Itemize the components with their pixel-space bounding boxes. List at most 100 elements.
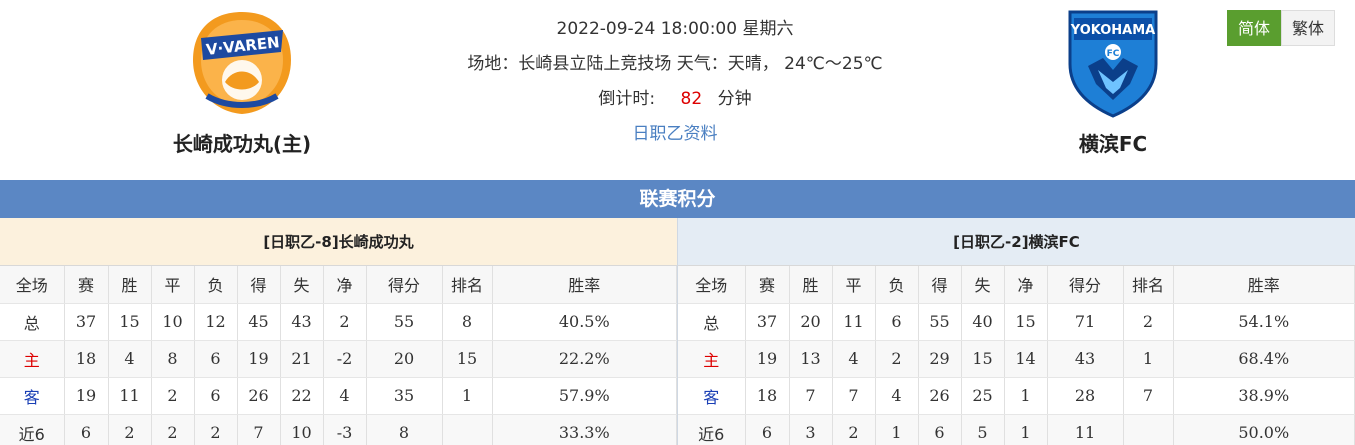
table-cell: 7 (237, 414, 281, 445)
column-header: 失 (961, 266, 1005, 304)
simplified-chinese-button[interactable]: 简体 (1227, 10, 1282, 46)
column-header: 胜 (789, 266, 833, 304)
row-label: 总 (678, 303, 746, 341)
table-cell: 43 (280, 303, 324, 341)
table-cell: 5 (961, 414, 1005, 445)
table-cell: 15 (442, 340, 493, 378)
table-cell: 45 (237, 303, 281, 341)
table-cell: 11 (1047, 414, 1124, 445)
home-team: V·VAREN 长崎成功丸(主) (142, 8, 342, 157)
table-row: 近6 6 3 2 1 6 5 1 11 50.0% (678, 414, 1355, 445)
table-cell: 10 (280, 414, 324, 445)
column-header: 胜率 (1173, 266, 1355, 304)
column-header: 净 (1004, 266, 1048, 304)
table-cell: 21 (280, 340, 324, 378)
table-cell: 22.2% (492, 340, 677, 378)
league-info-link[interactable]: 日职乙资料 (633, 124, 718, 144)
countdown-unit: 分钟 (717, 89, 752, 109)
table-cell: 1 (875, 414, 919, 445)
table-cell: 6 (194, 340, 238, 378)
table-cell: 11 (108, 377, 152, 415)
column-header: 得分 (1047, 266, 1124, 304)
table-cell: 71 (1047, 303, 1124, 341)
column-header: 排名 (1123, 266, 1174, 304)
table-cell: -3 (323, 414, 367, 445)
table-cell: 12 (194, 303, 238, 341)
table-cell: 18 (64, 340, 109, 378)
table-cell: 57.9% (492, 377, 677, 415)
table-cell: 2 (108, 414, 152, 445)
svg-text:YOKOHAMA: YOKOHAMA (1070, 23, 1155, 38)
venue-weather: 场地：长崎县立陆上竞技场 天气：天晴， 24℃～25℃ (467, 54, 883, 74)
table-cell: 2 (832, 414, 876, 445)
column-header: 得 (237, 266, 281, 304)
table-row: 总 37 15 10 12 45 43 2 55 8 40.5% (0, 303, 677, 341)
row-label: 近6 (678, 414, 746, 445)
column-header: 赛 (745, 266, 790, 304)
table-cell: 6 (918, 414, 962, 445)
row-label: 客 (678, 377, 746, 415)
table-cell: 35 (366, 377, 443, 415)
yokohama-fc-crest-icon: YOKOHAMA FC (1068, 10, 1158, 118)
table-cell: 7 (832, 377, 876, 415)
table-cell: 4 (323, 377, 367, 415)
table-cell: 8 (442, 303, 493, 341)
table-row: 近6 6 2 2 2 7 10 -3 8 33.3% (0, 414, 677, 445)
table-cell: 50.0% (1173, 414, 1355, 445)
table-cell: 7 (789, 377, 833, 415)
table-cell: 2 (323, 303, 367, 341)
table-cell: 7 (1123, 377, 1174, 415)
table-cell: 54.1% (1173, 303, 1355, 341)
table-cell: 33.3% (492, 414, 677, 445)
row-label: 主 (0, 340, 65, 378)
away-table-body: 总 37 20 11 6 55 40 15 71 2 54.1% 主 19 13 4 2 29 15 14 43 1 68… (678, 303, 1355, 445)
table-cell: 11 (832, 303, 876, 341)
league-standings-title: 联赛积分 (0, 180, 1355, 218)
column-header: 胜率 (492, 266, 677, 304)
table-cell: 15 (1004, 303, 1048, 341)
table-cell: 1 (1004, 377, 1048, 415)
table-cell: 4 (832, 340, 876, 378)
table-cell: 8 (366, 414, 443, 445)
row-label: 客 (0, 377, 65, 415)
v-varen-nagasaki-crest-icon: V·VAREN (193, 12, 291, 114)
table-cell: 2 (151, 377, 195, 415)
table-cell: 15 (108, 303, 152, 341)
column-header: 失 (280, 266, 324, 304)
table-cell: 4 (108, 340, 152, 378)
traditional-chinese-button[interactable]: 繁体 (1281, 10, 1336, 46)
table-cell: 2 (194, 414, 238, 445)
table-cell: 55 (918, 303, 962, 341)
table-row: 主 19 13 4 2 29 15 14 43 1 68.4% (678, 340, 1355, 378)
home-standings-panel: [日职乙-8]长崎成功丸 全场赛胜平负得失净得分 排名 胜率 总 37 15 10 12 45… (0, 218, 677, 445)
table-cell: 1 (1123, 340, 1174, 378)
table-cell: 15 (961, 340, 1005, 378)
column-header: 得分 (366, 266, 443, 304)
home-standings-title: [日职乙-8]长崎成功丸 (0, 218, 677, 266)
table-row: 客 19 11 2 6 26 22 4 35 1 57.9% (0, 377, 677, 415)
table-cell: 6 (64, 414, 109, 445)
home-standings-table: 全场赛胜平负得失净得分 排名 胜率 总 37 15 10 12 45 43 2 55 8 40.5% 主 1… (0, 266, 677, 445)
countdown-label: 倒计时: (598, 89, 656, 109)
away-team-name[interactable]: 横滨FC (1013, 128, 1213, 157)
table-cell: 25 (961, 377, 1005, 415)
table-cell: 38.9% (1173, 377, 1355, 415)
home-team-name[interactable]: 长崎成功丸(主) (142, 128, 342, 157)
table-cell: 6 (745, 414, 790, 445)
column-header: 负 (875, 266, 919, 304)
table-cell: 10 (151, 303, 195, 341)
table-cell: 1 (1004, 414, 1048, 445)
table-cell: 1 (442, 377, 493, 415)
table-cell: 19 (237, 340, 281, 378)
table-cell: 37 (745, 303, 790, 341)
column-header: 全场 (0, 266, 65, 304)
table-cell (442, 414, 493, 445)
table-cell: 2 (875, 340, 919, 378)
home-table-body: 总 37 15 10 12 45 43 2 55 8 40.5% 主 18 4 8 6 19 21 -2 20 15 22… (0, 303, 677, 445)
column-header: 全场 (678, 266, 746, 304)
away-standings-title: [日职乙-2]横滨FC (678, 218, 1355, 266)
table-cell: 20 (366, 340, 443, 378)
row-label: 总 (0, 303, 65, 341)
away-table-header: 全场赛胜平负得失净得分 排名 胜率 (678, 266, 1355, 304)
away-standings-table: 全场赛胜平负得失净得分 排名 胜率 总 37 20 11 6 55 40 15 71 2 54.1% 主 1… (678, 266, 1355, 445)
